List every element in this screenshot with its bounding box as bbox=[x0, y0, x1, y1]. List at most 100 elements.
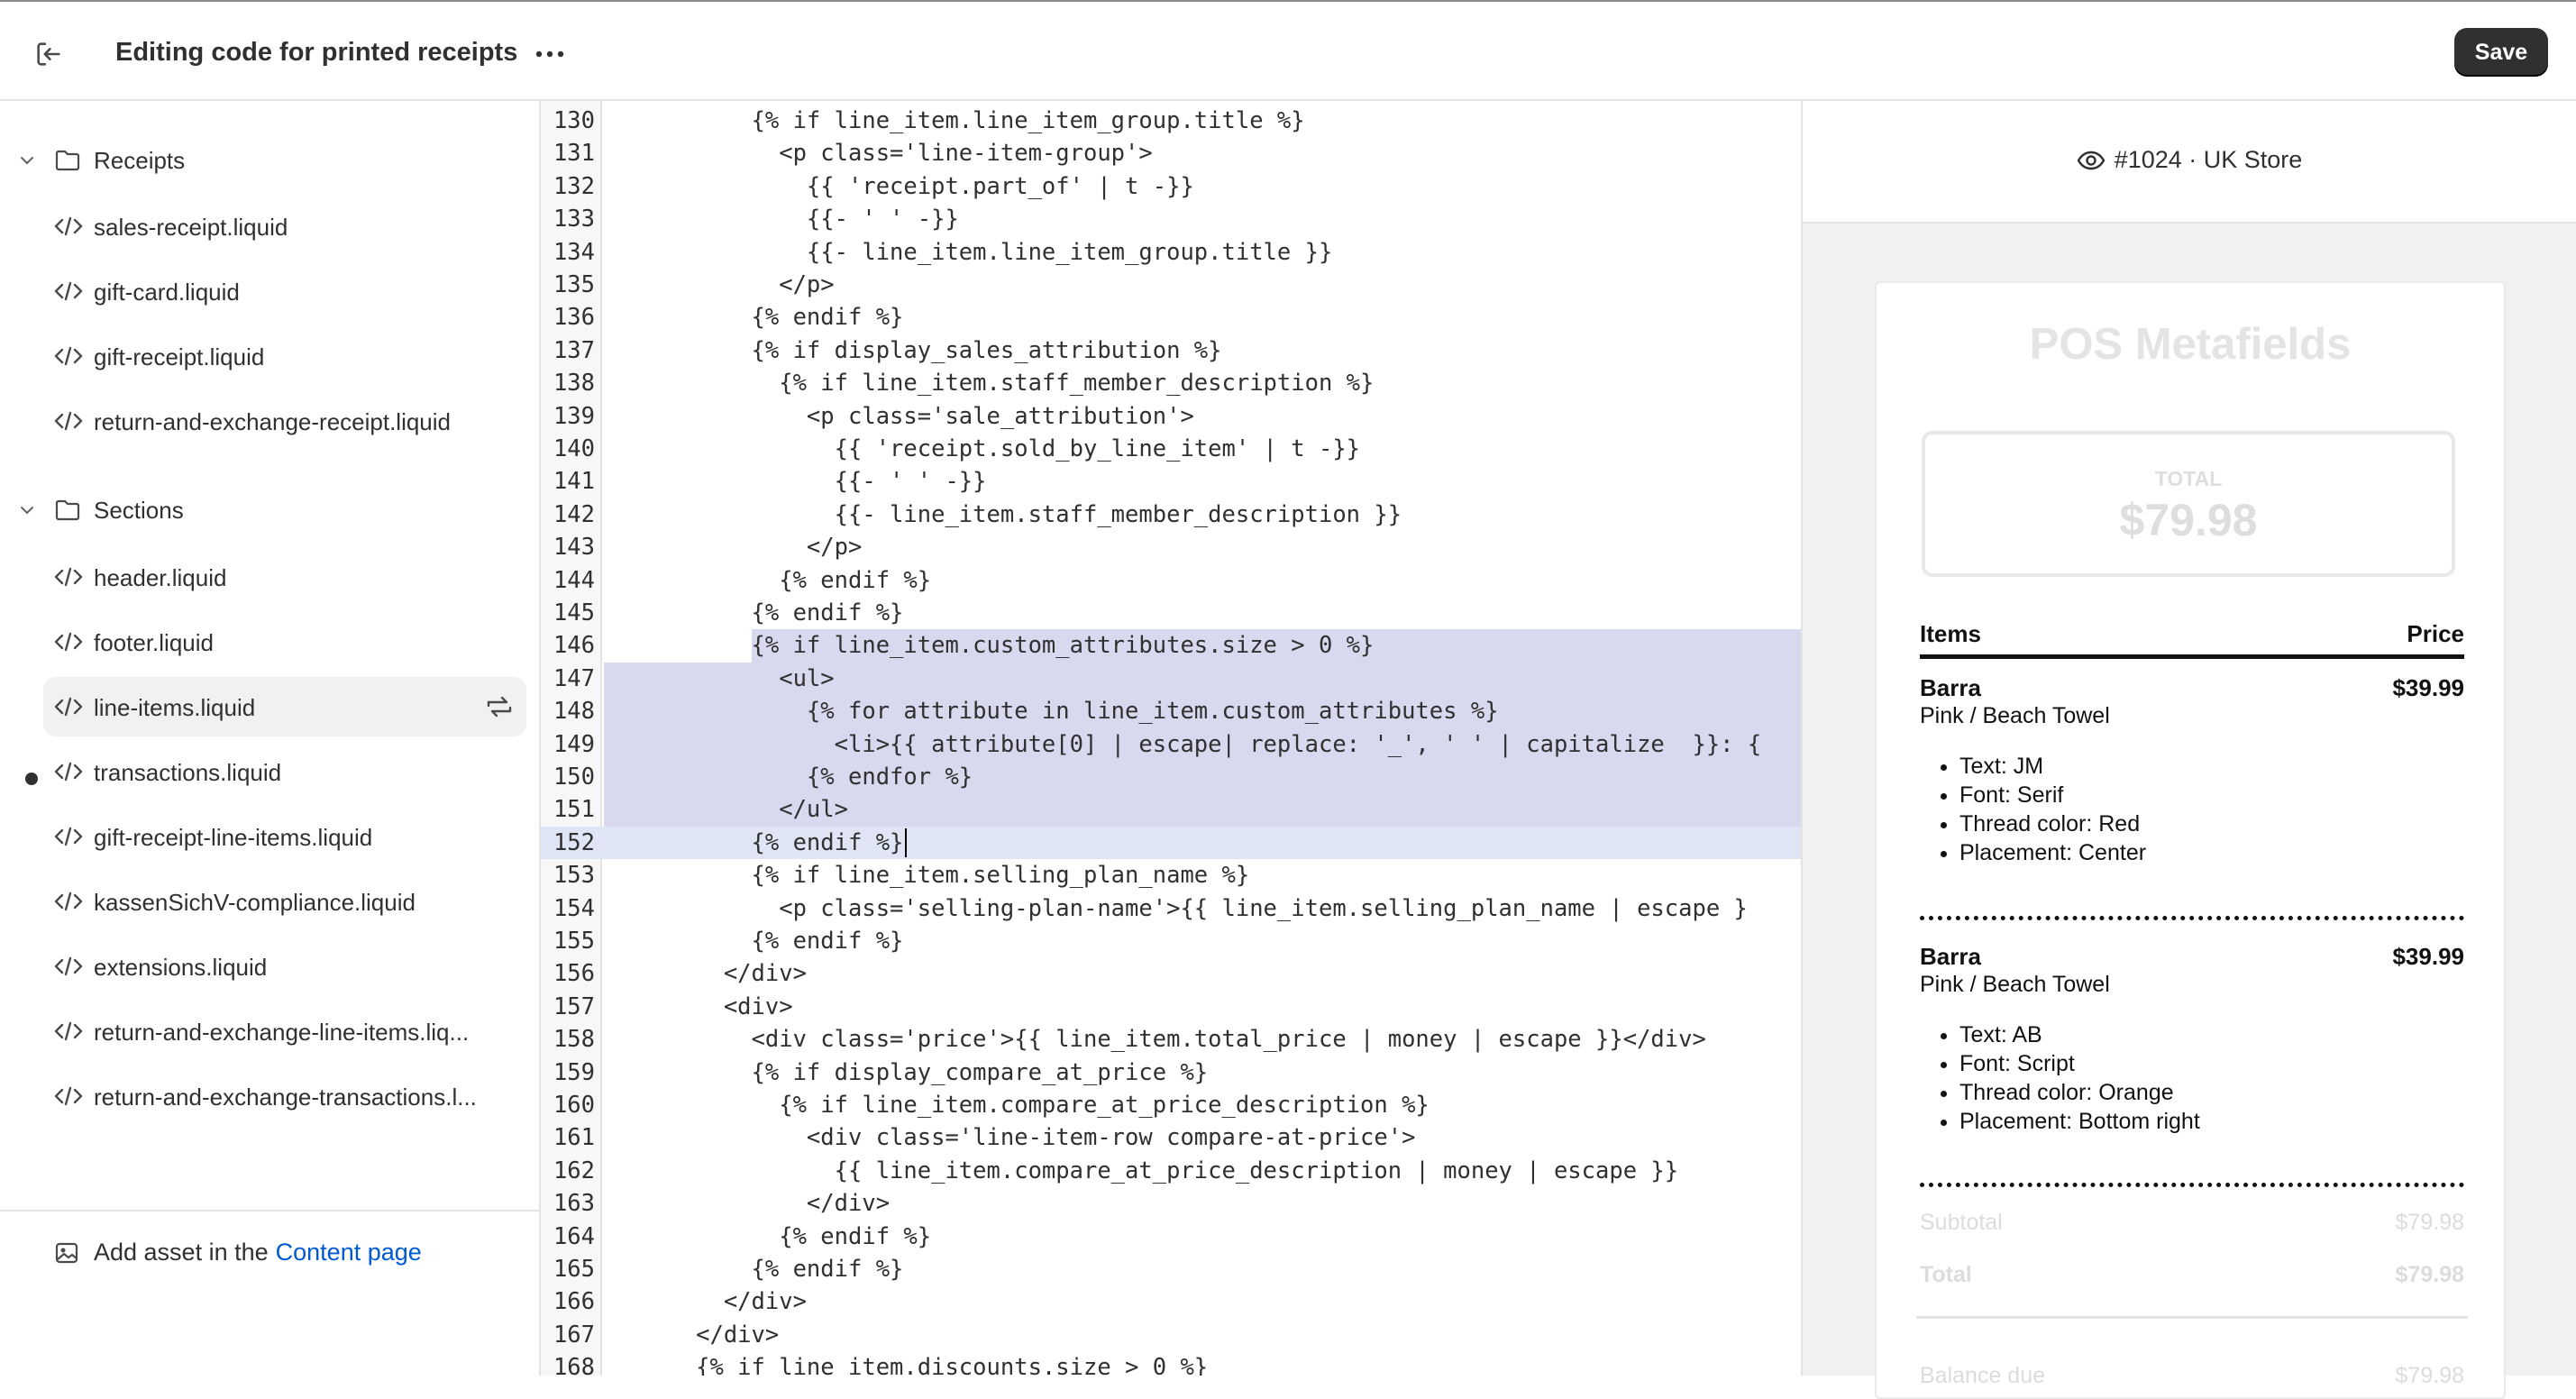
page-title: Editing code for printed receipts bbox=[115, 38, 518, 67]
code-text: {% if line_item.line_item_group.title %} bbox=[613, 107, 1305, 134]
sidebar-file-item[interactable]: header.liquid bbox=[43, 547, 526, 607]
code-line[interactable]: 164 {% endif %} bbox=[541, 1221, 1801, 1253]
divider bbox=[1916, 1316, 2468, 1319]
sidebar-file-item[interactable]: return-and-exchange-line-items.liq... bbox=[43, 1001, 526, 1061]
sidebar-file-item[interactable]: gift-card.liquid bbox=[43, 261, 526, 321]
line-number: 143 bbox=[553, 534, 595, 562]
code-file-icon bbox=[54, 697, 83, 717]
file-label: gift-card.liquid bbox=[94, 279, 240, 306]
line-number: 147 bbox=[553, 664, 595, 692]
exit-button[interactable] bbox=[31, 36, 67, 72]
sidebar-file-item[interactable]: extensions.liquid bbox=[43, 937, 526, 996]
code-line[interactable]: 148 {% for attribute in line_item.custom… bbox=[541, 695, 1801, 727]
code-text: <p class='line-item-group'> bbox=[613, 140, 1153, 168]
code-line[interactable]: 160 {% if line_item.compare_at_price_des… bbox=[541, 1089, 1801, 1121]
sidebar-file-item[interactable]: gift-receipt-line-items.liquid bbox=[43, 807, 526, 866]
attribute: Thread color: Red bbox=[1959, 809, 2146, 838]
code-line[interactable]: 142 {{- line_item.staff_member_descripti… bbox=[541, 498, 1801, 531]
code-editor[interactable]: 130 {% if line_item.line_item_group.titl… bbox=[541, 101, 1803, 1376]
code-text: </div> bbox=[613, 1288, 807, 1316]
code-text: <p class='sale_attribution'> bbox=[613, 402, 1194, 430]
sidebar-file-item[interactable]: footer.liquid bbox=[43, 612, 526, 672]
code-line[interactable]: 158 <div class='price'>{{ line_item.tota… bbox=[541, 1023, 1801, 1056]
line-number: 165 bbox=[553, 1256, 595, 1283]
code-line[interactable]: 155 {% endif %} bbox=[541, 925, 1801, 957]
code-text: <div class='price'>{{ line_item.total_pr… bbox=[613, 1026, 1706, 1054]
code-line[interactable]: 136 {% endif %} bbox=[541, 301, 1801, 334]
code-file-icon bbox=[54, 346, 83, 366]
item-variant: Pink / Beach Towel bbox=[1920, 703, 2110, 728]
code-line[interactable]: 157 <div> bbox=[541, 991, 1801, 1023]
more-actions-button[interactable] bbox=[530, 38, 570, 70]
file-label: extensions.liquid bbox=[94, 954, 268, 981]
folder-receipts[interactable]: Receipts bbox=[0, 133, 541, 187]
total-box: TOTAL $79.98 bbox=[1922, 431, 2455, 577]
code-line[interactable]: 132 {{ 'receipt.part_of' | t -}} bbox=[541, 170, 1801, 203]
code-line[interactable]: 140 {{ 'receipt.sold_by_line_item' | t -… bbox=[541, 433, 1801, 465]
attribute: Thread color: Orange bbox=[1959, 1078, 2200, 1107]
code-line[interactable]: 165 {% endif %} bbox=[541, 1253, 1801, 1285]
code-line[interactable]: 151 </ul> bbox=[541, 793, 1801, 826]
code-line[interactable]: 150 {% endfor %} bbox=[541, 761, 1801, 793]
code-line[interactable]: 138 {% if line_item.staff_member_descrip… bbox=[541, 367, 1801, 399]
code-text: {{- ' ' -}} bbox=[613, 206, 959, 233]
file-sidebar: Receipts sales-receipt.liquid gift-card.l… bbox=[0, 101, 541, 1376]
code-line[interactable]: 134 {{- line_item.line_item_group.title … bbox=[541, 236, 1801, 269]
code-line[interactable]: 152 {% endif %} bbox=[541, 826, 1801, 860]
code-file-icon bbox=[54, 411, 83, 431]
line-number: 150 bbox=[553, 764, 595, 791]
total-label: TOTAL bbox=[2154, 467, 2223, 490]
balance-row: Balance due $79.98 bbox=[1920, 1363, 2464, 1389]
sidebar-file-item[interactable]: sales-receipt.liquid bbox=[43, 197, 526, 256]
sidebar-file-item[interactable]: return-and-exchange-transactions.l... bbox=[43, 1066, 526, 1126]
code-line[interactable]: 130 {% if line_item.line_item_group.titl… bbox=[541, 105, 1801, 137]
code-line[interactable]: 145 {% endif %} bbox=[541, 597, 1801, 629]
line-number: 139 bbox=[553, 402, 595, 430]
code-line[interactable]: 141 {{- ' ' -}} bbox=[541, 465, 1801, 498]
code-line[interactable]: 139 <p class='sale_attribution'> bbox=[541, 400, 1801, 433]
line-number: 163 bbox=[553, 1190, 595, 1218]
code-line[interactable]: 131 <p class='line-item-group'> bbox=[541, 137, 1801, 169]
sync-icon[interactable] bbox=[485, 693, 514, 720]
line-number: 138 bbox=[553, 370, 595, 398]
line-number: 149 bbox=[553, 730, 595, 758]
code-line[interactable]: 137 {% if display_sales_attribution %} bbox=[541, 334, 1801, 367]
code-line[interactable]: 135 </p> bbox=[541, 269, 1801, 301]
code-line[interactable]: 167 </div> bbox=[541, 1319, 1801, 1351]
code-file-icon bbox=[54, 1086, 83, 1106]
item-name: Barra bbox=[1920, 943, 1981, 970]
file-label: sales-receipt.liquid bbox=[94, 214, 288, 241]
sidebar-file-item[interactable]: transactions.liquid bbox=[43, 742, 526, 801]
code-line[interactable]: 146 {% if line_item.custom_attributes.si… bbox=[541, 629, 1801, 662]
sidebar-file-item[interactable]: return-and-exchange-receipt.liquid bbox=[43, 391, 526, 451]
code-line[interactable]: 168 {% if line_item.discounts.size > 0 %… bbox=[541, 1351, 1801, 1376]
line-number: 162 bbox=[553, 1157, 595, 1184]
code-text: <p class='selling-plan-name'>{{ line_ite… bbox=[613, 894, 1748, 922]
code-line[interactable]: 156 </div> bbox=[541, 957, 1801, 990]
code-text: <div class='line-item-row compare-at-pri… bbox=[613, 1124, 1416, 1152]
code-line[interactable]: 144 {% endif %} bbox=[541, 564, 1801, 597]
code-line[interactable]: 166 </div> bbox=[541, 1285, 1801, 1318]
code-line[interactable]: 154 <p class='selling-plan-name'>{{ line… bbox=[541, 892, 1801, 925]
receipt-title: POS Metafields bbox=[2029, 320, 2352, 369]
sidebar-file-item[interactable]: line-items.liquid bbox=[43, 677, 526, 736]
code-line[interactable]: 163 </div> bbox=[541, 1187, 1801, 1220]
line-number: 167 bbox=[553, 1321, 595, 1349]
folder-sections[interactable]: Sections bbox=[0, 483, 541, 537]
item-price: $39.99 bbox=[2392, 674, 2464, 701]
code-line[interactable]: 133 {{- ' ' -}} bbox=[541, 203, 1801, 235]
sidebar-file-item[interactable]: kassenSichV-compliance.liquid bbox=[43, 872, 526, 931]
save-button[interactable]: Save bbox=[2454, 28, 2548, 77]
code-line[interactable]: 147 <ul> bbox=[541, 663, 1801, 695]
code-file-icon bbox=[54, 567, 83, 587]
content-page-link[interactable]: Content page bbox=[276, 1239, 422, 1266]
code-line[interactable]: 161 <div class='line-item-row compare-at… bbox=[541, 1121, 1801, 1154]
code-line[interactable]: 153 {% if line_item.selling_plan_name %} bbox=[541, 859, 1801, 892]
code-line[interactable]: 149 <li>{{ attribute[0] | escape| replac… bbox=[541, 728, 1801, 761]
sidebar-file-item[interactable]: gift-receipt.liquid bbox=[43, 326, 526, 386]
code-line[interactable]: 143 </p> bbox=[541, 531, 1801, 563]
store-selector[interactable]: #1024 · UK Store bbox=[1803, 146, 2576, 174]
code-line[interactable]: 159 {% if display_compare_at_price %} bbox=[541, 1056, 1801, 1089]
item-price: $39.99 bbox=[2392, 943, 2464, 970]
code-line[interactable]: 162 {{ line_item.compare_at_price_descri… bbox=[541, 1155, 1801, 1187]
